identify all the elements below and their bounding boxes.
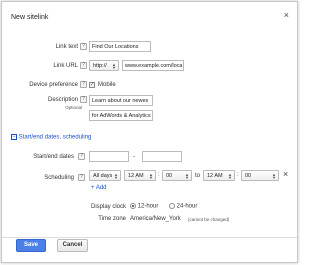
- new-sitelink-dialog: New sitelink × Link text ? Find Our Loca…: [1, 1, 298, 263]
- display-clock-label: Display clock: [90, 204, 126, 210]
- protocol-value: http://: [93, 63, 107, 69]
- time-zone-note: (cannot be changed): [188, 217, 230, 222]
- link-url-input[interactable]: www.example.com/loca: [122, 60, 184, 71]
- end-date-input[interactable]: [142, 151, 182, 162]
- days-select[interactable]: All days ▲ ▼: [89, 170, 121, 181]
- description-line1-input[interactable]: Learn about our newes: [89, 95, 153, 106]
- mobile-label: Mobile: [98, 82, 116, 88]
- clock-12-radio[interactable]: [130, 203, 136, 209]
- time-separator: :: [237, 172, 239, 178]
- start-date-input[interactable]: [89, 151, 129, 162]
- description-label: Description: [47, 97, 78, 103]
- help-icon[interactable]: ?: [80, 43, 87, 50]
- close-icon[interactable]: ×: [284, 11, 289, 20]
- to-hour-value: 12 AM: [207, 173, 223, 179]
- link-url-label: Link URL: [53, 63, 78, 69]
- help-icon[interactable]: ?: [78, 174, 85, 181]
- from-minute-select[interactable]: 00 ▲ ▼: [162, 170, 192, 181]
- clock-12-option[interactable]: 12-hour: [130, 203, 158, 210]
- to-minute-select[interactable]: 00 ▲ ▼: [241, 170, 279, 181]
- select-arrows-icon: ▲ ▼: [228, 172, 232, 180]
- start-end-dates-label: Start/end dates: [33, 154, 74, 160]
- save-button[interactable]: Save: [16, 239, 46, 252]
- clock-24-radio[interactable]: [169, 203, 175, 209]
- from-minute-value: 00: [166, 173, 173, 179]
- help-icon[interactable]: ?: [78, 153, 85, 160]
- mobile-checkbox[interactable]: ✓: [89, 82, 95, 88]
- scheduling-section-title: Start/end dates, scheduling: [18, 134, 92, 141]
- optional-label: Optional: [65, 105, 82, 110]
- dialog-footer: [2, 237, 297, 262]
- device-preference-label: Device preference: [29, 82, 78, 88]
- help-icon[interactable]: ?: [80, 62, 87, 69]
- time-zone-label: Time zone: [98, 216, 126, 222]
- link-text-label: Link text: [55, 44, 78, 50]
- description-line2-input[interactable]: for AdWords & Analytics: [89, 110, 153, 121]
- protocol-select[interactable]: http:// ▲ ▼: [89, 60, 119, 71]
- help-icon[interactable]: ?: [80, 96, 87, 103]
- link-text-input[interactable]: Find Our Locations: [89, 41, 151, 52]
- scheduling-section-toggle[interactable]: − Start/end dates, scheduling: [11, 134, 91, 141]
- select-arrows-icon: ▲ ▼: [272, 172, 276, 180]
- add-schedule-link[interactable]: + Add: [91, 185, 107, 191]
- date-separator: -: [133, 154, 135, 160]
- help-icon[interactable]: ?: [80, 81, 87, 88]
- to-minute-value: 00: [245, 173, 252, 179]
- to-hour-select[interactable]: 12 AM ▲ ▼: [203, 170, 235, 181]
- cancel-button[interactable]: Cancel: [57, 239, 88, 252]
- time-separator: :: [158, 172, 160, 178]
- select-arrows-icon: ▲ ▼: [112, 62, 116, 70]
- collapse-icon: −: [11, 134, 17, 140]
- select-arrows-icon: ▲ ▼: [149, 172, 153, 180]
- from-hour-value: 12 AM: [128, 173, 144, 179]
- clock-12-label: 12-hour: [137, 203, 159, 210]
- scheduling-label: Scheduling: [44, 175, 74, 181]
- from-hour-select[interactable]: 12 AM ▲ ▼: [124, 170, 156, 181]
- clock-24-option[interactable]: 24-hour: [169, 203, 197, 210]
- days-value: All days: [93, 173, 113, 179]
- clock-24-label: 24-hour: [176, 203, 198, 210]
- select-arrows-icon: ▲ ▼: [185, 172, 189, 180]
- remove-schedule-icon[interactable]: ×: [283, 169, 288, 179]
- time-zone-value: America/New_York: [130, 216, 181, 222]
- select-arrows-icon: ▲ ▼: [114, 172, 118, 180]
- dialog-title: New sitelink: [11, 14, 49, 21]
- to-label: to: [195, 173, 201, 179]
